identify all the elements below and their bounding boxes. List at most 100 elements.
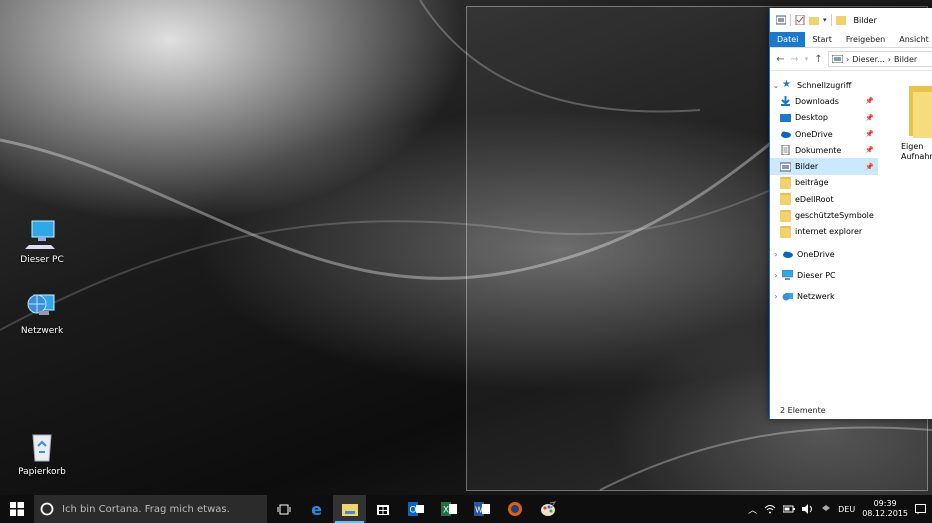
- documents-icon: [780, 144, 791, 156]
- tab-start[interactable]: Start: [805, 32, 839, 47]
- nav-root-network[interactable]: › Netzwerk: [770, 289, 878, 305]
- folder-icon: [780, 225, 791, 238]
- svg-text:X: X: [442, 505, 448, 515]
- nav-item-downloads[interactable]: Downloads 📌: [770, 93, 878, 109]
- breadcrumb-separator-icon: ›: [887, 54, 891, 64]
- input-language[interactable]: DEU: [838, 505, 855, 514]
- navigation-pane: ⌄ ★ Schnellzugriff Downloads 📌 Desktop 📌…: [770, 70, 878, 400]
- taskbar-excel-button[interactable]: X: [432, 495, 465, 523]
- nav-quick-access[interactable]: ⌄ ★ Schnellzugriff: [770, 77, 878, 93]
- tab-ansicht[interactable]: Ansicht: [892, 32, 932, 47]
- explorer-window-icon: [776, 15, 786, 25]
- back-arrow-icon[interactable]: ←: [776, 54, 785, 65]
- nav-item-pictures[interactable]: Bilder 📌: [770, 158, 878, 175]
- download-icon: [780, 96, 791, 107]
- quick-access-toolbar-dropdown-icon[interactable]: ▾: [823, 16, 827, 24]
- nav-item-folder[interactable]: internet explorer: [770, 224, 878, 240]
- taskbar-outlook-button[interactable]: O: [399, 495, 432, 523]
- chevron-right-icon[interactable]: ›: [770, 292, 782, 301]
- tab-freigeben[interactable]: Freigeben: [839, 32, 892, 47]
- show-hidden-icons-chevron-icon[interactable]: ︿: [748, 503, 757, 516]
- up-arrow-icon[interactable]: ↑: [814, 54, 823, 65]
- pin-icon[interactable]: 📌: [865, 114, 874, 122]
- file-explorer-window[interactable]: ▾ Bilder Datei Start Freigeben Ansicht ←…: [769, 8, 932, 419]
- folder-icon[interactable]: [903, 84, 932, 138]
- nav-item-folder[interactable]: eDellRoot: [770, 191, 878, 207]
- address-bar-row: ← → ▾ ↑ › Dieser... › Bilder: [770, 48, 932, 71]
- pin-icon[interactable]: 📌: [865, 146, 874, 154]
- clock-date: 08.12.2015: [862, 509, 908, 518]
- taskbar-firefox-button[interactable]: [498, 495, 531, 523]
- item-count: 2 Elemente: [780, 405, 826, 415]
- outlook-icon: O: [407, 502, 424, 516]
- desktop-icon-network[interactable]: Netzwerk: [7, 289, 77, 336]
- network-icon: [25, 289, 59, 323]
- chevron-right-icon[interactable]: ›: [770, 271, 782, 280]
- taskbar-word-button[interactable]: W: [465, 495, 498, 523]
- pin-icon[interactable]: 📌: [865, 130, 874, 138]
- nav-label: Downloads: [795, 96, 839, 106]
- store-icon: [376, 505, 389, 515]
- nav-label: Desktop: [795, 113, 828, 123]
- pictures-icon: [779, 162, 792, 172]
- nav-root-this-pc[interactable]: › Dieser PC: [770, 267, 878, 283]
- desktop: Dieser PC Netzwerk Papierkorb ▾ Bilder D…: [0, 0, 932, 495]
- firefox-icon: [507, 502, 522, 516]
- chevron-down-icon[interactable]: ⌄: [770, 81, 782, 90]
- chevron-right-icon[interactable]: ›: [770, 250, 782, 259]
- properties-icon[interactable]: [795, 15, 805, 25]
- nav-label: Netzwerk: [797, 292, 835, 302]
- dropbox-icon[interactable]: [821, 504, 831, 514]
- new-folder-icon[interactable]: [809, 15, 819, 25]
- breadcrumb-item[interactable]: Bilder: [894, 55, 917, 64]
- folder-label-line: Aufnahm: [901, 152, 932, 161]
- cortana-search-box[interactable]: Ich bin Cortana. Frag mich etwas.: [34, 495, 267, 523]
- svg-text:W: W: [475, 506, 483, 515]
- battery-icon[interactable]: [783, 504, 796, 514]
- nav-root-onedrive[interactable]: › OneDrive: [770, 246, 878, 262]
- paint-palette-icon: [540, 501, 556, 516]
- search-placeholder: Ich bin Cortana. Frag mich etwas.: [62, 503, 230, 515]
- cortana-circle-icon: [40, 502, 54, 516]
- windows-logo-icon: [10, 502, 24, 516]
- pin-icon[interactable]: 📌: [865, 97, 874, 105]
- clock-time: 09:39: [873, 499, 897, 508]
- recent-locations-chevron-icon[interactable]: ▾: [804, 55, 809, 63]
- taskbar-paint-button[interactable]: [531, 495, 564, 523]
- start-button[interactable]: [0, 495, 34, 523]
- nav-item-documents[interactable]: Dokumente 📌: [770, 142, 878, 158]
- action-center-icon[interactable]: [915, 503, 926, 515]
- nav-label: OneDrive: [797, 249, 835, 259]
- nav-item-folder[interactable]: geschützteSymbole: [770, 207, 878, 223]
- nav-item-desktop[interactable]: Desktop 📌: [770, 110, 878, 126]
- computer-icon: [25, 218, 59, 252]
- pictures-icon: [832, 55, 843, 63]
- title-bar[interactable]: ▾ Bilder: [770, 8, 932, 32]
- folder-icon: [780, 193, 791, 206]
- breadcrumb-separator-icon: ›: [846, 54, 850, 64]
- taskbar-edge-button[interactable]: e: [300, 495, 333, 523]
- taskbar-file-explorer-button[interactable]: [333, 495, 366, 523]
- folder-item-label[interactable]: Eigen Aufnahm: [901, 142, 932, 162]
- volume-icon[interactable]: [802, 504, 814, 514]
- task-view-button[interactable]: [267, 495, 300, 523]
- tab-datei[interactable]: Datei: [770, 32, 806, 47]
- nav-label: Dokumente: [795, 145, 842, 155]
- clock[interactable]: 09:39 08.12.2015: [862, 499, 908, 519]
- pin-icon[interactable]: 📌: [865, 163, 874, 171]
- nav-label: Dieser PC: [797, 270, 836, 280]
- nav-item-folder[interactable]: beiträge: [770, 175, 878, 191]
- taskbar-store-button[interactable]: [366, 495, 399, 523]
- forward-arrow-icon[interactable]: →: [790, 54, 799, 65]
- excel-icon: X: [440, 502, 457, 516]
- window-title: Bilder: [853, 15, 877, 25]
- svg-text:O: O: [409, 505, 416, 515]
- system-tray: ︿ DEU 09:39 08.12.2015: [748, 495, 932, 523]
- nav-item-onedrive[interactable]: OneDrive 📌: [770, 126, 878, 142]
- wifi-icon[interactable]: [764, 504, 776, 514]
- address-box[interactable]: › Dieser... › Bilder: [828, 51, 932, 67]
- breadcrumb-item[interactable]: Dieser...: [852, 55, 885, 64]
- desktop-icon-this-pc[interactable]: Dieser PC: [7, 218, 77, 265]
- desktop-icon-recycle-bin[interactable]: Papierkorb: [7, 430, 77, 477]
- nav-label: OneDrive: [795, 129, 833, 139]
